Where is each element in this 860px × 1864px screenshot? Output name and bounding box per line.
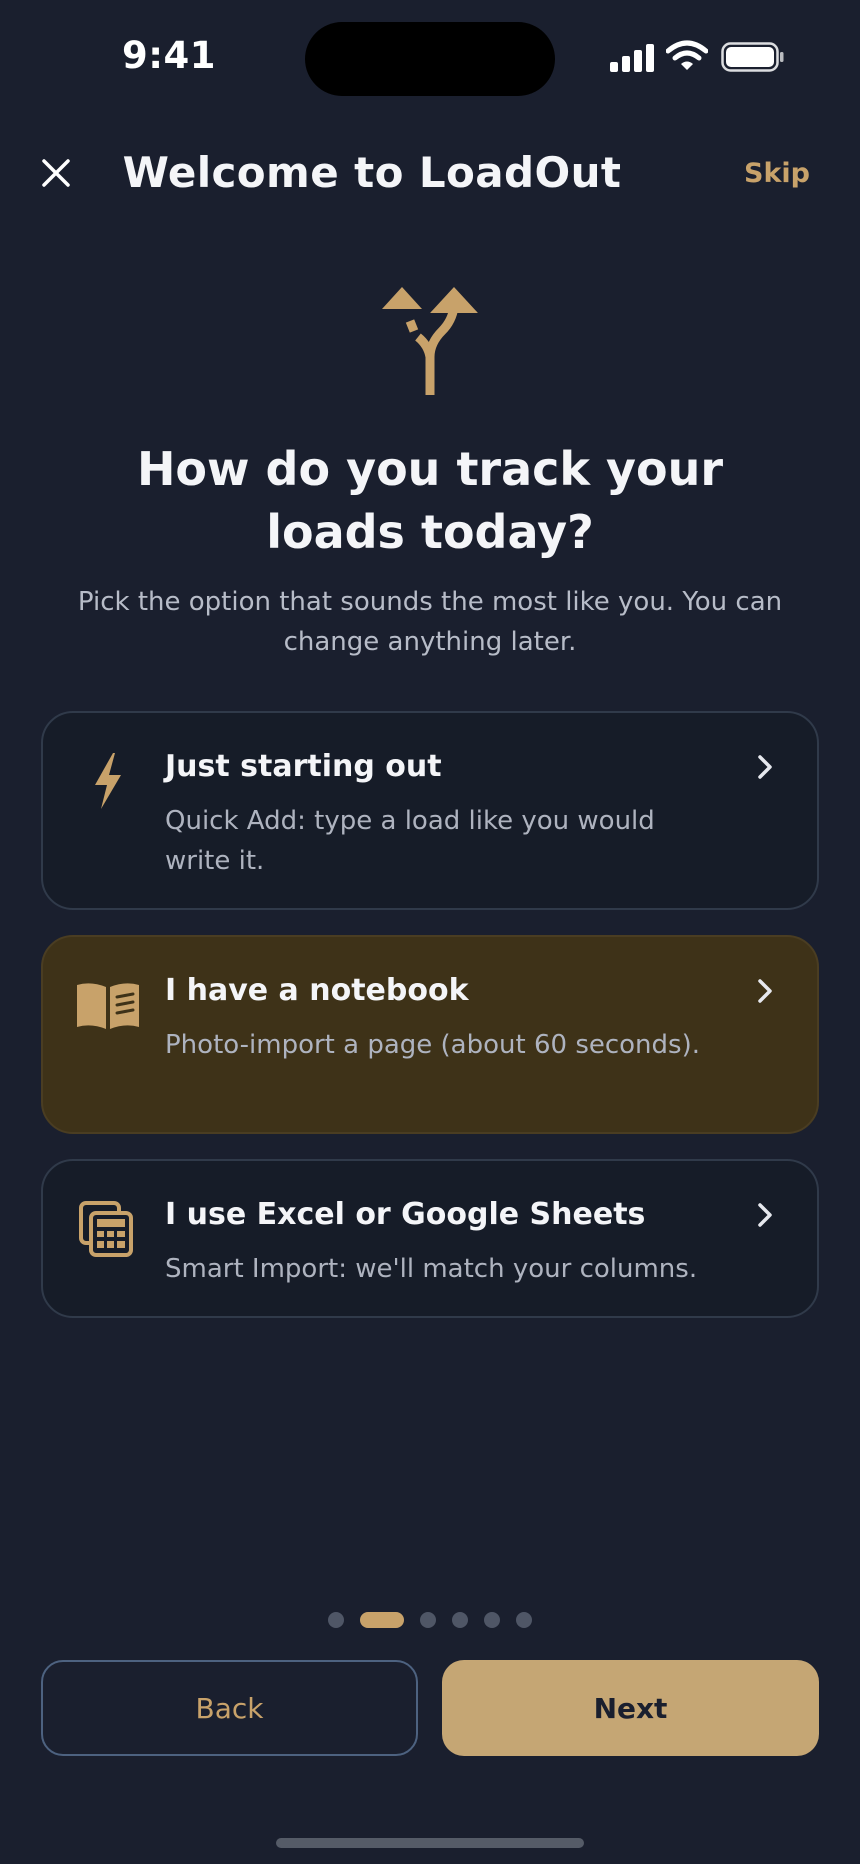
option-title: I have a notebook [165,973,469,1008]
page-dot[interactable] [452,1612,468,1628]
chevron-right-icon [758,1203,772,1227]
status-time: 9:41 [122,34,217,77]
spreadsheet-stack-icon [79,1201,133,1257]
option-card-notebook[interactable]: I have a notebook Photo-import a page (a… [41,935,819,1134]
lightning-icon [95,753,121,809]
chevron-right-icon [758,979,772,1003]
header-title: Welcome to LoadOut [122,148,622,197]
wifi-icon [666,40,708,70]
option-description: Quick Add: type a load like you would wr… [165,806,655,876]
fork-arrows-icon [382,287,478,395]
onboarding-subtitle: Pick the option that sounds the most lik… [77,587,783,657]
onboarding-screen: 9:41 Welcome to LoadOut Skip How do you … [0,0,860,1864]
open-book-icon [77,983,139,1029]
option-description: Photo-import a page (about 60 seconds). [165,1030,700,1060]
chevron-right-icon [758,755,772,779]
page-dot-active[interactable] [360,1612,404,1628]
cellular-signal-icon [610,44,654,72]
back-button[interactable]: Back [41,1660,418,1756]
dynamic-island [305,22,555,96]
option-title: Just starting out [165,749,442,784]
page-dot[interactable] [484,1612,500,1628]
option-card-spreadsheet[interactable]: I use Excel or Google Sheets Smart Impor… [41,1159,819,1318]
skip-button[interactable]: Skip [744,158,810,189]
page-dot[interactable] [420,1612,436,1628]
onboarding-question: How do you track your loads today? [136,442,724,559]
home-indicator[interactable] [276,1838,584,1848]
option-description: Smart Import: we'll match your columns. [165,1254,698,1284]
battery-icon [721,42,784,72]
option-card-just-starting[interactable]: Just starting out Quick Add: type a load… [41,711,819,910]
next-button[interactable]: Next [442,1660,819,1756]
option-title: I use Excel or Google Sheets [165,1197,646,1232]
page-indicator [0,1612,860,1628]
page-dot[interactable] [516,1612,532,1628]
page-dot[interactable] [328,1612,344,1628]
